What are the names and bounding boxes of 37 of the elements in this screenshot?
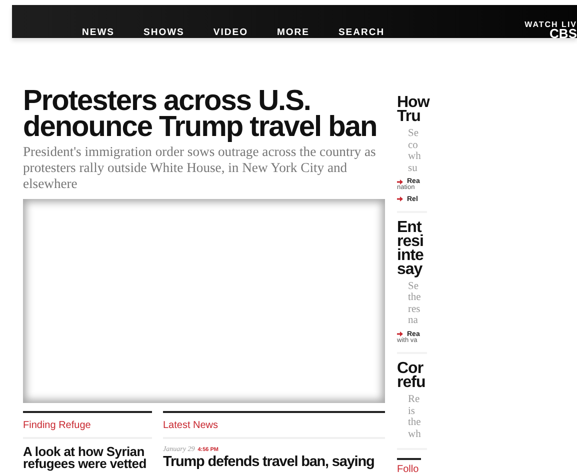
story-headline[interactable]: refu bbox=[397, 376, 427, 390]
story-headline[interactable]: refugees were vetted bbox=[23, 458, 152, 470]
section-title[interactable]: Finding Refuge bbox=[23, 413, 152, 439]
summary-text: co bbox=[408, 140, 419, 151]
watch-live-link[interactable]: WATCH LIV bbox=[524, 21, 577, 29]
story-headline[interactable]: A look at how Syrian bbox=[23, 446, 152, 458]
summary-text: Se bbox=[408, 128, 420, 140]
summary-text: wh bbox=[408, 428, 422, 440]
story-headline[interactable]: say bbox=[397, 262, 427, 276]
summary-text: na bbox=[408, 315, 419, 326]
brand-text: CBS bbox=[550, 29, 577, 38]
arrow-icon bbox=[397, 178, 403, 184]
arrow-icon bbox=[397, 196, 403, 202]
nav-link[interactable]: SHOWS bbox=[144, 28, 184, 38]
story-headline[interactable]: inte bbox=[397, 248, 427, 262]
story-headline[interactable]: resi bbox=[397, 234, 427, 248]
summary-text: President's immigration order sows outrage across the country as protesters rally outside White House, in New York City and elsewhere bbox=[23, 144, 377, 192]
summary-text: the bbox=[408, 417, 422, 428]
summary-text: wh bbox=[408, 151, 422, 162]
summary-text: Re bbox=[408, 394, 421, 406]
story-headline[interactable]: Trump defends travel ban, saying bbox=[163, 456, 385, 468]
section-title: Follo bbox=[397, 458, 421, 473]
story-headline[interactable]: Cor bbox=[397, 362, 427, 376]
nav-link[interactable]: VIDEO bbox=[213, 28, 248, 38]
story-headline[interactable]: Tru bbox=[397, 110, 427, 124]
story-headline[interactable]: Ent bbox=[397, 220, 427, 234]
arrow-icon bbox=[397, 331, 403, 337]
nav-link[interactable]: SEARCH bbox=[338, 28, 385, 38]
nav-link[interactable]: MORE bbox=[276, 28, 310, 38]
summary-text: su bbox=[408, 162, 418, 174]
nav-link[interactable]: NEWS bbox=[82, 28, 114, 38]
summary-text: the bbox=[408, 292, 422, 304]
section-title[interactable]: Latest News bbox=[163, 413, 385, 439]
summary-text: res bbox=[408, 304, 422, 315]
headline[interactable]: Protesters across U.S. denounce Trump travel ban bbox=[23, 88, 385, 140]
summary-text: is bbox=[408, 406, 416, 417]
summary-text: Se bbox=[408, 280, 420, 292]
